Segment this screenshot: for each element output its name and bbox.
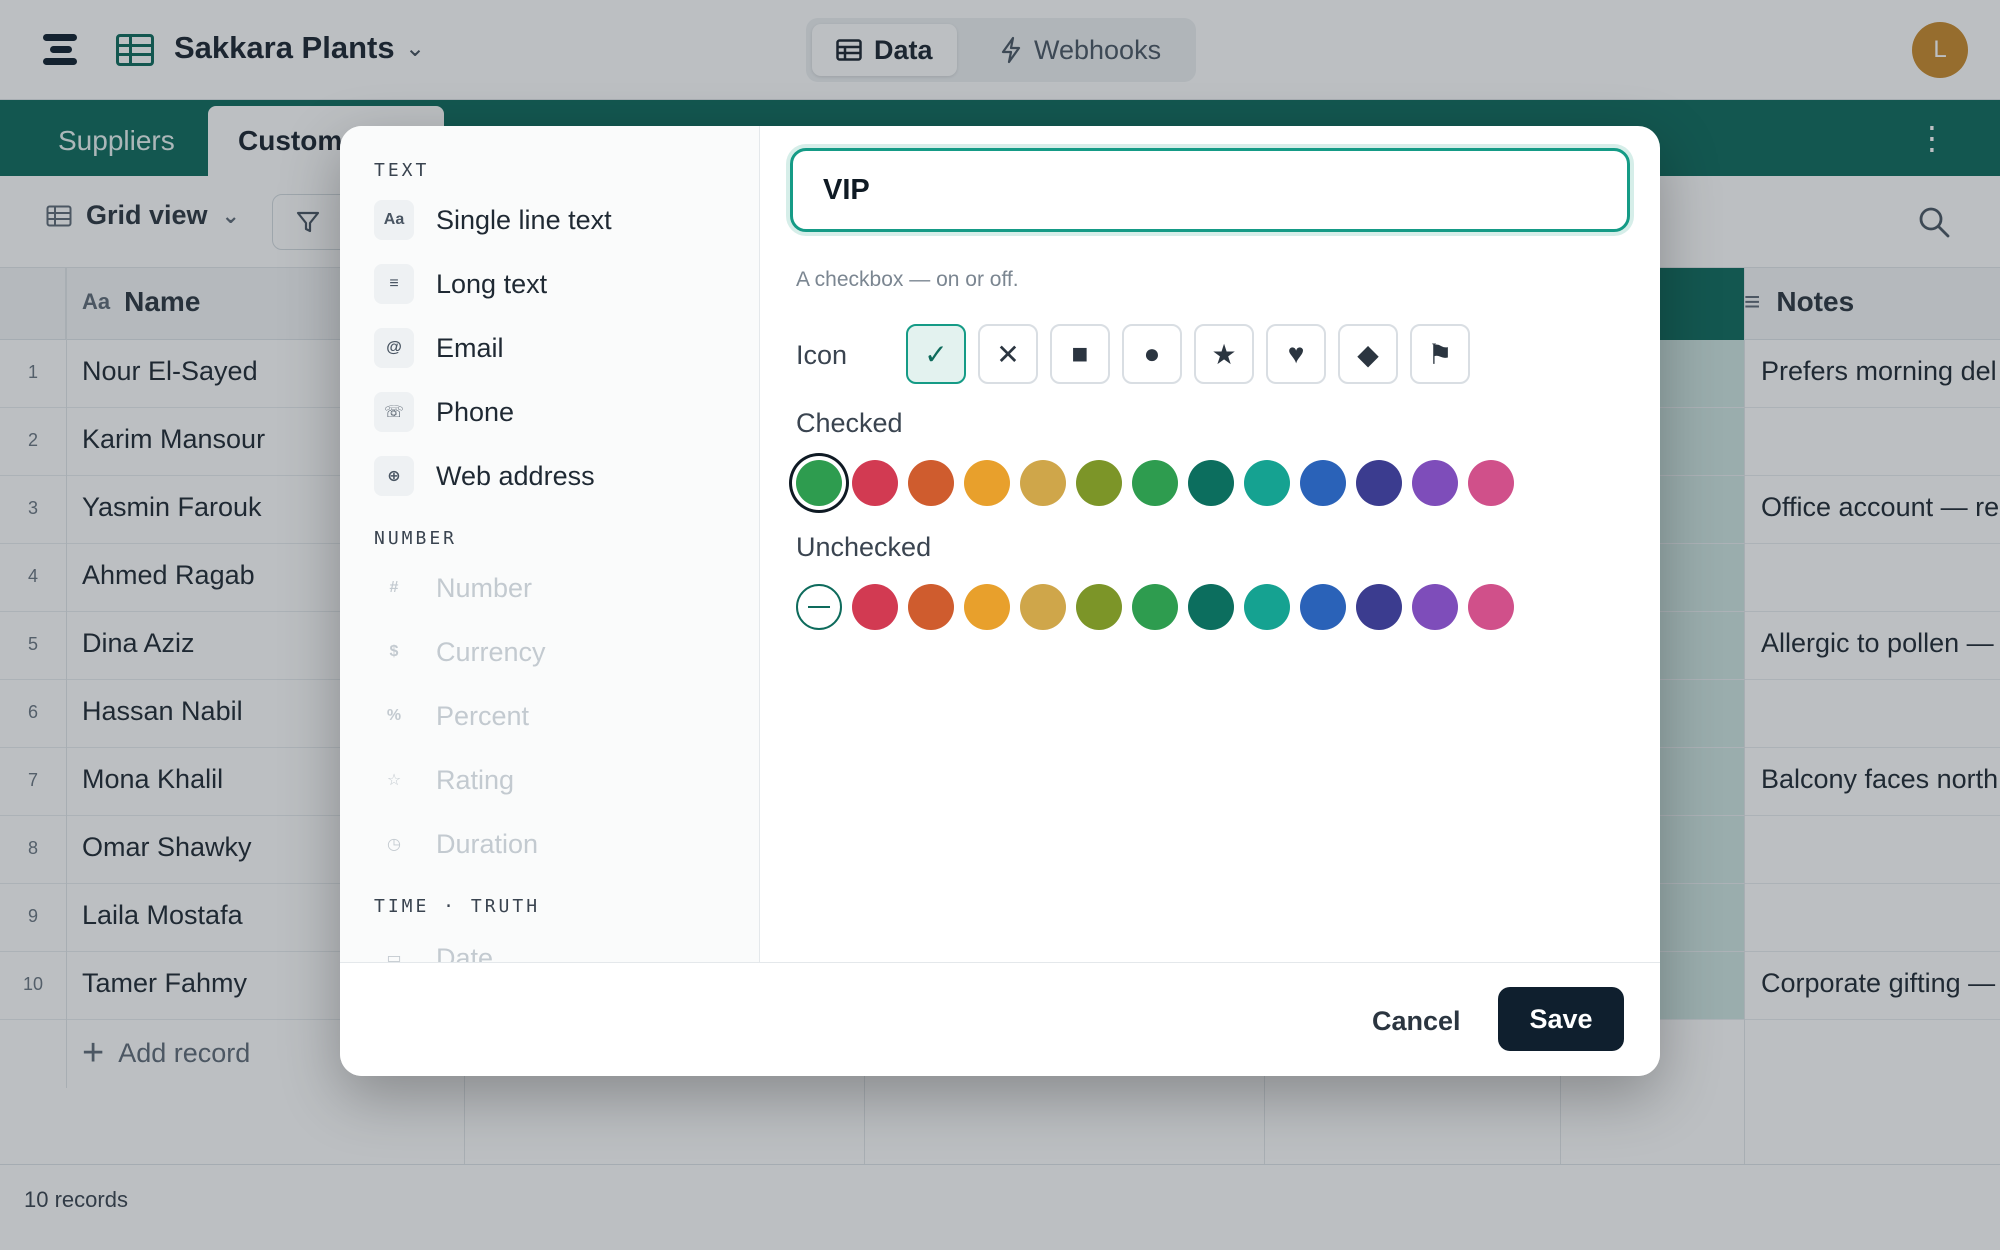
field-type-date[interactable]: ▭ Date xyxy=(374,934,494,963)
field-type-label: Phone xyxy=(436,396,515,427)
cancel-button[interactable]: Cancel xyxy=(1346,989,1487,1053)
field-type-icon: ⊕ xyxy=(374,456,414,496)
dialog-footer: Cancel Save xyxy=(340,962,1660,1076)
unchecked-color-swatch[interactable] xyxy=(1076,584,1122,630)
no-color-swatch[interactable] xyxy=(796,584,842,630)
field-type-label: Single line text xyxy=(436,204,612,235)
field-type-label: Long text xyxy=(436,268,548,299)
unchecked-color-swatch[interactable] xyxy=(1300,584,1346,630)
unchecked-color-label: Unchecked xyxy=(796,532,932,562)
checked-color-swatch[interactable] xyxy=(1132,460,1178,506)
field-type-label: Number xyxy=(436,572,533,603)
icon-option-heart[interactable]: ♥ xyxy=(1266,324,1326,384)
unchecked-color-swatch[interactable] xyxy=(1412,584,1458,630)
heart-icon: ♥ xyxy=(1287,338,1305,369)
save-button[interactable]: Save xyxy=(1498,987,1624,1051)
field-type-single-line-text[interactable]: Aa Single line text xyxy=(374,196,612,244)
star-icon: ★ xyxy=(1211,338,1237,370)
checked-color-swatch[interactable] xyxy=(1188,460,1234,506)
field-type-label: Email xyxy=(436,332,504,363)
field-type-group-number: NUMBER xyxy=(374,528,458,549)
dash-icon xyxy=(808,606,830,608)
flag-icon: ⚑ xyxy=(1427,338,1453,370)
field-type-icon: ≡ xyxy=(374,264,414,304)
field-type-list: TEXT NUMBER TIME · TRUTH Aa Single line t… xyxy=(340,126,760,962)
icon-option-cross[interactable]: ✕ xyxy=(978,324,1038,384)
checked-color-swatch[interactable] xyxy=(1300,460,1346,506)
field-type-icon: ☏ xyxy=(374,392,414,432)
checked-color-swatch[interactable] xyxy=(908,460,954,506)
field-type-label: Web address xyxy=(436,460,595,491)
field-type-icon: Aa xyxy=(374,200,414,240)
checked-color-swatch[interactable] xyxy=(1468,460,1514,506)
field-type-label: Rating xyxy=(436,764,515,795)
field-type-number[interactable]: # Number xyxy=(374,564,532,612)
unchecked-color-swatch[interactable] xyxy=(1132,584,1178,630)
field-config-dialog: TEXT NUMBER TIME · TRUTH Aa Single line t… xyxy=(340,126,1660,1076)
icon-option-square[interactable]: ■ xyxy=(1050,324,1110,384)
checked-color-swatch[interactable] xyxy=(1076,460,1122,506)
square-icon: ■ xyxy=(1071,338,1089,369)
field-type-icon: $ xyxy=(389,643,399,660)
field-type-long-text[interactable]: ≡ Long text xyxy=(374,260,547,308)
field-type-icon: ◷ xyxy=(387,836,401,853)
unchecked-color-swatch[interactable] xyxy=(964,584,1010,630)
icon-option-star[interactable]: ★ xyxy=(1194,324,1254,384)
field-type-label: Percent xyxy=(436,700,530,731)
diamond-icon: ◆ xyxy=(1357,338,1379,370)
field-type-duration[interactable]: ◷ Duration xyxy=(374,820,538,868)
checked-color-swatch[interactable] xyxy=(1244,460,1290,506)
checked-color-swatch[interactable] xyxy=(1356,460,1402,506)
cross-icon: ✕ xyxy=(996,338,1020,370)
unchecked-color-swatch[interactable] xyxy=(1244,584,1290,630)
field-type-label: Date xyxy=(436,942,494,963)
field-type-icon: % xyxy=(386,707,402,724)
field-type-rating[interactable]: ☆ Rating xyxy=(374,756,514,804)
checked-color-label: Checked xyxy=(796,408,903,438)
field-type-label: Duration xyxy=(436,828,539,859)
field-name-input[interactable] xyxy=(790,148,1630,232)
icon-option-dot[interactable]: ● xyxy=(1122,324,1182,384)
field-type-icon: # xyxy=(389,579,399,596)
icon-option-check[interactable]: ✓ xyxy=(906,324,966,384)
unchecked-color-swatch[interactable] xyxy=(1356,584,1402,630)
field-type-percent[interactable]: % Percent xyxy=(374,692,529,740)
field-config-panel: A checkbox — on or off. Icon ✓ ✕ ■ ● ★ ♥ ◆ ⚑ Ch… xyxy=(760,126,1660,962)
unchecked-color-swatch[interactable] xyxy=(1188,584,1234,630)
field-type-icon: @ xyxy=(374,328,414,368)
dot-icon: ● xyxy=(1143,338,1161,369)
field-type-description: A checkbox — on or off. xyxy=(796,268,1019,291)
icon-option-flag[interactable]: ⚑ xyxy=(1410,324,1470,384)
field-type-group-time-truth: TIME · TRUTH xyxy=(374,896,541,917)
field-type-label: Currency xyxy=(436,636,546,667)
unchecked-color-swatch[interactable] xyxy=(908,584,954,630)
field-type-group-text: TEXT xyxy=(374,160,430,181)
unchecked-color-swatch[interactable] xyxy=(1020,584,1066,630)
field-type-icon: ☆ xyxy=(386,772,402,789)
checked-color-swatch[interactable] xyxy=(964,460,1010,506)
checked-color-swatch[interactable] xyxy=(852,460,898,506)
checked-color-swatch[interactable] xyxy=(1412,460,1458,506)
icon-picker-label: Icon xyxy=(796,340,848,370)
icon-option-diamond[interactable]: ◆ xyxy=(1338,324,1398,384)
unchecked-color-swatch[interactable] xyxy=(852,584,898,630)
checked-color-swatch[interactable] xyxy=(1020,460,1066,506)
field-type-web-address[interactable]: ⊕ Web address xyxy=(374,452,595,500)
field-type-icon: ▭ xyxy=(386,950,402,962)
checked-color-swatch[interactable] xyxy=(796,460,842,506)
check-icon: ✓ xyxy=(924,338,948,370)
field-type-currency[interactable]: $ Currency xyxy=(374,628,546,676)
unchecked-color-swatch[interactable] xyxy=(1468,584,1514,630)
field-type-phone[interactable]: ☏ Phone xyxy=(374,388,514,436)
field-type-email[interactable]: @ Email xyxy=(374,324,504,372)
